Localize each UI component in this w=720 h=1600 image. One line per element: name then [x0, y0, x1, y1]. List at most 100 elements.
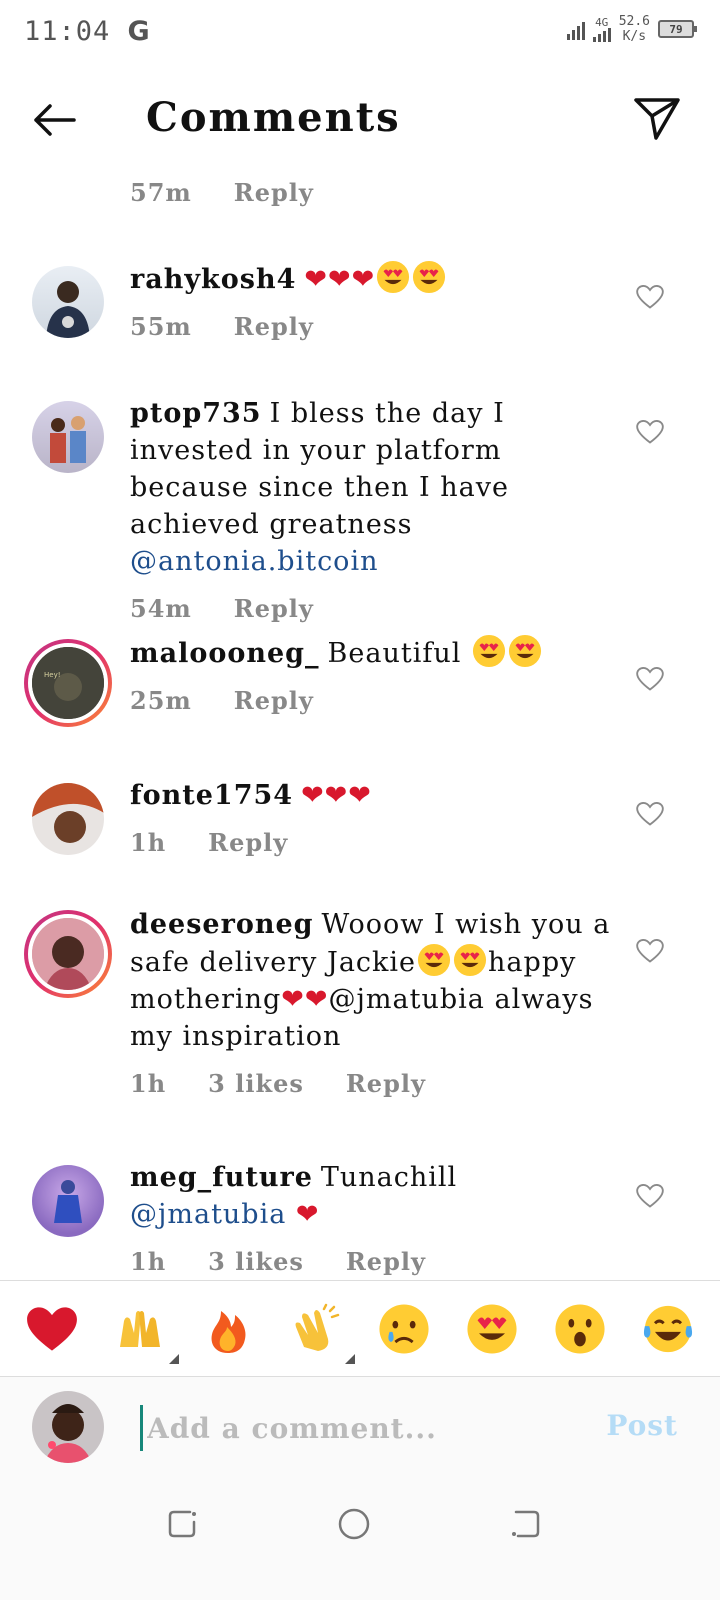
network-label: 4G: [595, 15, 609, 29]
reply-button[interactable]: Reply: [208, 828, 288, 857]
like-heart-icon[interactable]: [636, 419, 664, 445]
like-heart-icon[interactable]: [636, 1183, 664, 1209]
status-time: 11:04 G: [24, 16, 151, 47]
comment-username[interactable]: ptop735: [130, 398, 262, 429]
emoji-quick-bar: [0, 1280, 720, 1376]
comment-meta: 54m Reply: [130, 594, 620, 623]
mention-link[interactable]: @antonia.bitcoin: [130, 546, 378, 577]
tears-of-joy-emoji-button[interactable]: [639, 1300, 697, 1358]
comment-input[interactable]: [140, 1405, 560, 1451]
status-bar: 11:04 G 4G 52.6 K/s 79: [0, 0, 720, 66]
page-title: Comments: [146, 94, 401, 141]
comment-time: 57m: [130, 178, 192, 207]
red-heart-icon: ❤❤❤: [304, 264, 376, 295]
reply-button[interactable]: Reply: [346, 1069, 426, 1098]
comment-meta: 1h 3 likes Reply: [130, 1247, 620, 1276]
comment-text: rahykosh4 ❤❤❤: [130, 260, 620, 298]
reply-button[interactable]: Reply: [234, 686, 314, 715]
fire-icon: [211, 1310, 246, 1353]
back-button[interactable]: [28, 98, 80, 142]
comment-composer: Post: [0, 1376, 720, 1476]
signal-icon: [566, 18, 585, 40]
mention-link[interactable]: @jmatubia: [130, 1199, 286, 1230]
comment-text: maloooneg_ Beautiful: [130, 634, 620, 672]
heart-eyes-icon: [508, 634, 542, 668]
avatar-story-ring[interactable]: Hey!: [24, 639, 112, 727]
crying-face-emoji-button[interactable]: [375, 1300, 433, 1358]
comment-username[interactable]: meg_future: [130, 1162, 313, 1193]
fire-emoji-button[interactable]: [199, 1300, 257, 1358]
clapping-hands-emoji-button[interactable]: [287, 1300, 355, 1364]
reply-button[interactable]: Reply: [346, 1247, 426, 1276]
red-heart-emoji-button[interactable]: [23, 1300, 81, 1358]
red-heart-icon: ❤❤❤: [301, 780, 372, 811]
heart-eyes-icon: [417, 943, 451, 977]
comment-meta: 25m Reply: [130, 686, 620, 715]
home-icon[interactable]: [334, 1504, 374, 1544]
astonished-face-emoji-button[interactable]: [551, 1300, 609, 1358]
comment-meta: 1h 3 likes Reply: [130, 1069, 620, 1098]
reply-button[interactable]: Reply: [234, 312, 314, 341]
signal-2-icon: [592, 27, 611, 42]
red-heart-icon: ❤❤: [281, 984, 329, 1015]
heart-eyes-emoji-button[interactable]: [463, 1300, 521, 1358]
heart-eyes-icon: [472, 634, 506, 668]
back-nav-icon[interactable]: [506, 1504, 546, 1544]
comments-list[interactable]: 57m Reply rahykosh4 ❤❤❤ 55m Reply ptop73…: [0, 170, 720, 1276]
comment-time: 1h: [130, 1247, 167, 1276]
share-button[interactable]: [632, 94, 682, 144]
comment-message: Tunachill: [320, 1162, 458, 1193]
comment-username[interactable]: rahykosh4: [130, 264, 296, 295]
recents-icon[interactable]: [162, 1504, 202, 1544]
like-heart-icon[interactable]: [636, 666, 664, 692]
avatar-story-ring[interactable]: [24, 910, 112, 998]
likes-count[interactable]: 3 likes: [208, 1247, 304, 1276]
status-icons: 4G 52.6 K/s 79: [566, 14, 697, 44]
red-heart-icon: [27, 1306, 77, 1351]
like-heart-icon[interactable]: [636, 801, 664, 827]
avatar[interactable]: [32, 783, 104, 855]
comment-meta: 1h Reply: [130, 828, 620, 857]
comment-username[interactable]: maloooneg_: [130, 638, 320, 669]
mention-link[interactable]: @jmatubia: [329, 984, 485, 1015]
red-heart-icon: ❤: [295, 1199, 320, 1230]
comment-time: 55m: [130, 312, 192, 341]
user-avatar[interactable]: [32, 1391, 104, 1463]
heart-eyes-face-icon: [466, 1303, 518, 1355]
comment-time: 25m: [130, 686, 192, 715]
comment-username[interactable]: deeseroneg: [130, 909, 314, 940]
net-speed: 52.6 K/s: [618, 14, 650, 44]
app-header: Comments: [0, 66, 720, 176]
reply-button[interactable]: Reply: [234, 594, 314, 623]
crying-face-icon: [379, 1303, 429, 1354]
like-heart-icon[interactable]: [636, 284, 664, 310]
avatar[interactable]: [32, 1165, 104, 1237]
comment-time: 1h: [130, 828, 167, 857]
post-button[interactable]: Post: [606, 1409, 678, 1442]
system-nav-bar: [0, 1476, 720, 1600]
paper-plane-icon: [634, 98, 680, 140]
battery-icon: 79: [658, 20, 697, 38]
comment-time: 54m: [130, 594, 192, 623]
svg-text:Hey!: Hey!: [44, 671, 61, 679]
astonished-face-icon: [555, 1303, 605, 1354]
heart-eyes-icon: [453, 943, 487, 977]
comment-meta: 55m Reply: [130, 312, 620, 341]
like-heart-icon[interactable]: [636, 938, 664, 964]
avatar[interactable]: [32, 401, 104, 473]
clapping-hands-icon: [295, 1303, 340, 1351]
comment-username[interactable]: fonte1754: [130, 780, 293, 811]
raising-hands-icon: [120, 1310, 160, 1347]
avatar[interactable]: [32, 266, 104, 338]
raising-hands-emoji-button[interactable]: [111, 1300, 179, 1364]
reply-button[interactable]: Reply: [234, 178, 314, 207]
comment-meta: 57m Reply: [130, 178, 620, 207]
comment-text: ptop735 I bless the day I invested in you…: [130, 395, 620, 580]
heart-eyes-icon: [376, 260, 410, 294]
comment-text: meg_future Tunachill @jmatubia ❤: [130, 1159, 620, 1233]
comment-time: 1h: [130, 1069, 167, 1098]
tears-of-joy-face-icon: [643, 1305, 693, 1352]
likes-count[interactable]: 3 likes: [208, 1069, 304, 1098]
comment-text: fonte1754 ❤❤❤: [130, 777, 620, 814]
comment-text: deeseroneg Wooow I wish you a safe delive…: [130, 906, 620, 1055]
